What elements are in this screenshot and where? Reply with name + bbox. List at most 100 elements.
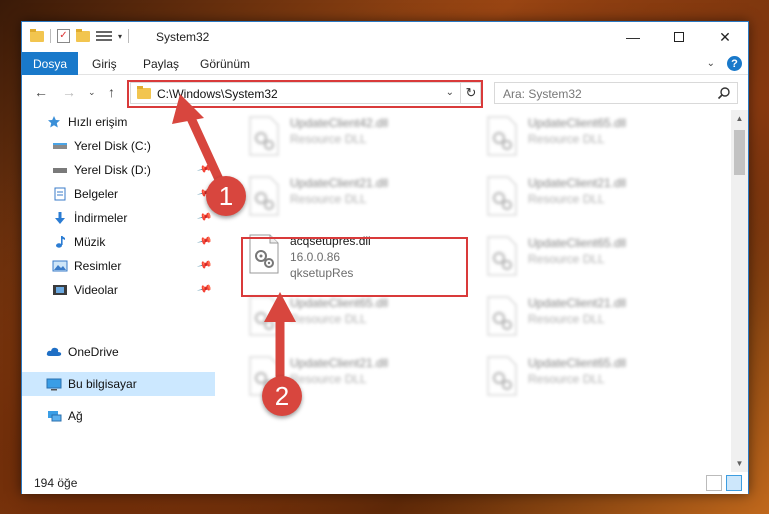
- scroll-down-arrow-icon[interactable]: ▼: [731, 455, 748, 472]
- expand-ribbon-chevron-icon[interactable]: ⌄: [707, 58, 715, 69]
- pin-icon[interactable]: 📌: [196, 234, 212, 250]
- maximize-icon: [674, 32, 684, 42]
- search-box[interactable]: [494, 82, 738, 104]
- nav-quick-access[interactable]: Hızlı erişim: [22, 110, 215, 134]
- nav-item-downloads[interactable]: İndirmeler 📌: [22, 206, 215, 230]
- file-item[interactable]: UpdateClient65.dll Resource DLL: [480, 110, 705, 170]
- star-icon: [46, 115, 62, 129]
- tab-file[interactable]: Dosya: [22, 52, 78, 75]
- properties-icon[interactable]: [96, 29, 112, 43]
- nav-item-local-disk-d[interactable]: Yerel Disk (D:) 📌: [22, 158, 215, 182]
- quick-access-toolbar: ✓ ▾: [30, 28, 130, 43]
- file-name: UpdateClient42.dll: [290, 116, 389, 130]
- file-name: UpdateClient65.dll: [528, 236, 627, 250]
- maximize-button[interactable]: [656, 22, 702, 52]
- new-folder-icon[interactable]: [76, 28, 90, 42]
- file-description: Resource DLL: [290, 192, 367, 206]
- file-item[interactable]: UpdateClient65.dll Resource DLL: [480, 350, 705, 410]
- file-item[interactable]: UpdateClient21.dll Resource DLL: [480, 290, 705, 350]
- network-icon: [46, 409, 62, 423]
- folder-icon[interactable]: [30, 28, 44, 42]
- address-bar[interactable]: C:\Windows\System32 ⌄: [130, 82, 481, 104]
- view-switcher: [706, 475, 742, 491]
- nav-item-local-disk-c[interactable]: Yerel Disk (C:): [22, 134, 215, 158]
- refresh-button[interactable]: ↻: [460, 82, 481, 104]
- file-item[interactable]: UpdateClient65.dll Resource DLL: [480, 230, 705, 290]
- toolbar-divider: [128, 29, 130, 43]
- tab-share[interactable]: Paylaş: [143, 52, 179, 75]
- details-view-button[interactable]: [706, 475, 722, 491]
- title-bar: ✓ ▾ System32 — ✕: [22, 22, 748, 52]
- file-description: Resource DLL: [528, 132, 605, 146]
- file-item-target[interactable]: acqsetupres.dll 16.0.0.86 qksetupRes: [242, 228, 467, 288]
- search-input[interactable]: [503, 86, 703, 101]
- file-description: Resource DLL: [528, 252, 605, 266]
- file-description: Resource DLL: [290, 312, 367, 326]
- nav-label: Müzik: [74, 235, 106, 249]
- file-name: UpdateClient21.dll: [528, 296, 627, 310]
- pin-icon[interactable]: 📌: [196, 210, 212, 226]
- documents-icon: [52, 187, 68, 201]
- nav-label: Yerel Disk (D:): [74, 163, 151, 177]
- up-button[interactable]: ↑: [108, 84, 115, 100]
- tiles-view-button[interactable]: [726, 475, 742, 491]
- status-bar: 194 öğe: [22, 472, 748, 494]
- file-list: UpdateClient42.dll Resource DLL UpdateCl…: [222, 110, 732, 472]
- file-name: UpdateClient65.dll: [290, 296, 389, 310]
- address-dropdown-icon[interactable]: ⌄: [446, 87, 454, 98]
- properties-check-icon[interactable]: ✓: [57, 29, 70, 43]
- address-path[interactable]: C:\Windows\System32: [157, 87, 278, 101]
- pictures-icon: [52, 259, 68, 273]
- file-item[interactable]: UpdateClient42.dll Resource DLL: [242, 110, 467, 170]
- dll-file-icon: [487, 296, 517, 336]
- file-item[interactable]: UpdateClient65.dll Resource DLL: [242, 290, 467, 350]
- step-2-callout: 2: [262, 376, 302, 416]
- nav-item-network[interactable]: Ağ: [22, 404, 215, 428]
- help-icon[interactable]: ?: [727, 56, 742, 71]
- step-1-callout: 1: [206, 176, 246, 216]
- nav-label: Videolar: [74, 283, 118, 297]
- pin-icon[interactable]: 📌: [196, 162, 212, 178]
- customize-toolbar-caret-icon[interactable]: ▾: [118, 32, 122, 41]
- dll-file-icon: [249, 176, 279, 216]
- nav-item-onedrive[interactable]: OneDrive: [22, 340, 215, 364]
- nav-item-documents[interactable]: Belgeler 📌: [22, 182, 215, 206]
- tab-view[interactable]: Görünüm: [200, 52, 250, 75]
- videos-icon: [52, 283, 68, 297]
- nav-item-music[interactable]: Müzik 📌: [22, 230, 215, 254]
- dll-file-icon: [249, 234, 279, 274]
- file-name: UpdateClient21.dll: [528, 176, 627, 190]
- folder-icon: [137, 86, 151, 99]
- file-description: Resource DLL: [528, 192, 605, 206]
- item-count: 194 öğe: [34, 476, 78, 490]
- file-name: UpdateClient65.dll: [528, 116, 627, 130]
- ribbon-tabs: Dosya Giriş Paylaş Görünüm ⌄ ?: [22, 52, 748, 75]
- minimize-button[interactable]: —: [610, 22, 656, 52]
- search-icon[interactable]: [717, 86, 731, 100]
- forward-button[interactable]: →: [62, 84, 76, 100]
- download-icon: [52, 211, 68, 225]
- scroll-thumb[interactable]: [734, 130, 745, 175]
- vertical-scrollbar[interactable]: ▲ ▼: [731, 110, 748, 472]
- toolbar-divider: [50, 29, 51, 43]
- file-description: Resource DLL: [528, 372, 605, 386]
- tab-home[interactable]: Giriş: [92, 52, 117, 75]
- pin-icon[interactable]: 📌: [196, 258, 212, 274]
- nav-item-videos[interactable]: Videolar 📌: [22, 278, 215, 302]
- recent-locations-chevron-icon[interactable]: ⌄: [88, 87, 96, 98]
- file-item[interactable]: UpdateClient21.dll Resource DLL: [242, 170, 467, 230]
- file-name: UpdateClient65.dll: [528, 356, 627, 370]
- nav-label: Bu bilgisayar: [68, 377, 137, 391]
- pin-icon[interactable]: 📌: [196, 282, 212, 298]
- nav-item-pictures[interactable]: Resimler 📌: [22, 254, 215, 278]
- file-item[interactable]: UpdateClient21.dll Resource DLL: [480, 170, 705, 230]
- nav-label: Ağ: [68, 409, 83, 423]
- scroll-up-arrow-icon[interactable]: ▲: [731, 110, 748, 127]
- nav-item-this-pc[interactable]: Bu bilgisayar: [22, 372, 215, 396]
- file-version: 16.0.0.86: [290, 250, 341, 264]
- window-controls: — ✕: [610, 22, 748, 52]
- close-button[interactable]: ✕: [702, 22, 748, 52]
- back-button[interactable]: ←: [34, 84, 48, 100]
- dll-file-icon: [487, 176, 517, 216]
- nav-label: OneDrive: [68, 345, 119, 359]
